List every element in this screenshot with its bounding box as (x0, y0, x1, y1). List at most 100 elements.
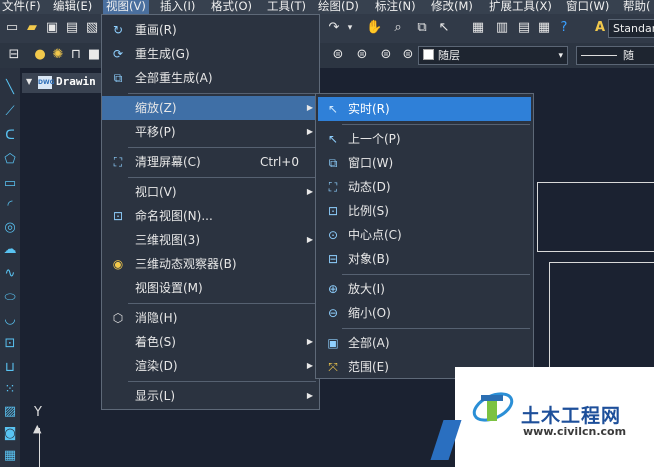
hatch-tool-icon[interactable]: ▨ (0, 402, 20, 422)
pan-icon[interactable]: ✋ (366, 20, 382, 36)
zoom-in-item[interactable]: ⊕ 放大(I) (316, 277, 533, 301)
text-style-select[interactable]: Standar (608, 19, 654, 38)
menu-item-pan[interactable]: 平移(P) ▶ (102, 120, 319, 144)
menu-tools[interactable]: 工具(T) (267, 0, 306, 14)
menu-help[interactable]: 帮助( (623, 0, 651, 14)
layer-thaw-icon[interactable]: ✺ (50, 47, 66, 63)
tab-dropdown-icon[interactable]: ▼ (26, 77, 32, 86)
menu-modify[interactable]: 修改(M) (431, 0, 473, 14)
menu-item-viewports[interactable]: 视口(V) ▶ (102, 180, 319, 204)
menu-separator (128, 303, 316, 304)
region-tool-icon[interactable]: ◙ (0, 424, 20, 444)
menu-extension-tools[interactable]: 扩展工具(X) (489, 0, 552, 14)
design-center-icon[interactable]: ▥ (494, 20, 510, 36)
zoom-realtime-item[interactable]: ↖ 实时(R) (318, 97, 531, 121)
menu-item-hide[interactable]: ⬡ 消隐(H) (102, 306, 319, 330)
table-tool-icon[interactable]: ▦ (0, 446, 20, 466)
xline-tool-icon[interactable]: ⟋ (0, 102, 20, 122)
properties-icon[interactable]: ▦ (470, 20, 486, 36)
make-block-icon[interactable]: ⊔ (0, 358, 20, 378)
menu-file[interactable]: 文件(F) (2, 0, 41, 14)
draw-tool-palette: ╲ ⟋ ᑕ ⬠ ▭ ◜ ◎ ☁ ∿ ⬭ ◡ ⊡ ⊔ ⁙ ▨ ◙ ▦ (0, 68, 20, 467)
help-icon[interactable]: ? (556, 20, 572, 36)
line-tool-icon[interactable]: ╲ (0, 78, 20, 98)
menu-item-shade[interactable]: 着色(S) ▶ (102, 330, 319, 354)
menu-item-view-settings[interactable]: 视图设置(M) (102, 276, 319, 300)
menu-window[interactable]: 窗口(W) (566, 0, 609, 14)
clean-screen-icon: ⛶ (113, 155, 123, 169)
menu-separator (128, 177, 316, 178)
zoom-window-item[interactable]: ⧉ 窗口(W) (316, 151, 533, 175)
menu-separator (128, 147, 316, 148)
zoom-realtime-icon: ↖ (327, 102, 339, 116)
layer-isolate-icon[interactable]: ⊜ (400, 47, 416, 63)
polygon-tool-icon[interactable]: ⬠ (0, 150, 20, 170)
layer-manager-icon[interactable]: ⊟ (6, 47, 22, 63)
layer-previous-icon[interactable]: ⊜ (354, 47, 370, 63)
menu-item-regen-all[interactable]: ⧉ 全部重生成(A) (102, 66, 319, 90)
menu-item-render[interactable]: 渲染(D) ▶ (102, 354, 319, 378)
insert-block-icon[interactable]: ⊡ (0, 334, 20, 354)
menu-insert[interactable]: 插入(I) (160, 0, 195, 14)
zoom-previous-item[interactable]: ↖ 上一个(P) (316, 127, 533, 151)
menu-edit[interactable]: 编辑(E) (53, 0, 92, 14)
watermark-url: www.civilcn.com (523, 425, 627, 438)
zoom-center-item[interactable]: ⊙ 中心点(C) (316, 223, 533, 247)
menu-item-label: 比例(S) (348, 204, 389, 218)
zoom-dynamic-item[interactable]: ⛶ 动态(D) (316, 175, 533, 199)
layer-lock-icon[interactable]: ⊓ (68, 47, 84, 63)
arc-tool-icon[interactable]: ◜ (0, 196, 20, 216)
zoom-previous-icon[interactable]: ↖ (436, 20, 452, 36)
regen-icon: ⟳ (112, 47, 124, 61)
point-tool-icon[interactable]: ⁙ (0, 380, 20, 400)
zoom-object-item[interactable]: ⊟ 对象(B) (316, 247, 533, 271)
rectangle-tool-icon[interactable]: ▭ (0, 174, 20, 194)
new-file-icon[interactable]: ▭ (4, 20, 20, 36)
ellipse-tool-icon[interactable]: ⬭ (0, 288, 20, 308)
menu-item-3d-orbit[interactable]: ◉ 三维动态观察器(B) (102, 252, 319, 276)
menu-item-named-views[interactable]: ⊡ 命名视图(N)... (102, 204, 319, 228)
menu-item-clean-screen[interactable]: ⛶ 清理屏幕(C) Ctrl+0 (102, 150, 319, 174)
menu-view[interactable]: 视图(V) (103, 0, 149, 14)
color-select-value: 随层 (438, 49, 460, 62)
menu-item-label: 范围(E) (348, 360, 389, 374)
print-icon[interactable]: ▤ (64, 20, 80, 36)
tool-palette-icon[interactable]: ▤ (516, 20, 532, 36)
revcloud-tool-icon[interactable]: ☁ (0, 240, 20, 260)
preview-icon[interactable]: ▧ (84, 20, 100, 36)
layer-state-icon[interactable]: ⊜ (378, 47, 394, 63)
menu-item-display[interactable]: 显示(L) ▶ (102, 384, 319, 408)
menu-item-regen[interactable]: ⟳ 重生成(G) (102, 42, 319, 66)
redo-dropdown-icon[interactable]: ▾ (342, 20, 358, 36)
layer-on-icon[interactable]: ● (32, 47, 48, 63)
menu-draw[interactable]: 绘图(D) (318, 0, 359, 14)
redraw-icon: ↻ (112, 23, 124, 37)
make-current-layer-icon[interactable]: ⊜ (330, 47, 346, 63)
open-folder-icon[interactable]: ▰ (24, 20, 40, 36)
ellipse-arc-tool-icon[interactable]: ◡ (0, 310, 20, 330)
menu-separator (342, 124, 530, 125)
linetype-select[interactable]: 随 (576, 46, 654, 65)
zoom-out-item[interactable]: ⊖ 缩小(O) (316, 301, 533, 325)
layer-toolbar: ⊟ ● ✺ ⊓ ■ ⊜ ⊜ ⊜ ⊜ 随层 ▾ 随 (0, 43, 654, 68)
layer-color-icon[interactable]: ■ (86, 47, 102, 63)
submenu-arrow-icon: ▶ (306, 187, 313, 196)
redo-icon[interactable]: ↷ (326, 20, 342, 36)
save-icon[interactable]: ▣ (44, 20, 60, 36)
menu-item-3d-views[interactable]: 三维视图(3) ▶ (102, 228, 319, 252)
calculator-icon[interactable]: ▦ (536, 20, 552, 36)
menu-item-zoom[interactable]: 缩放(Z) ▶ (102, 96, 319, 120)
menu-dimension[interactable]: 标注(N) (375, 0, 416, 14)
polyline-tool-icon[interactable]: ᑕ (0, 126, 20, 146)
menu-format[interactable]: 格式(O) (211, 0, 252, 14)
zoom-all-item[interactable]: ▣ 全部(A) (316, 331, 533, 355)
zoom-scale-item[interactable]: ⊡ 比例(S) (316, 199, 533, 223)
drawing-tab[interactable]: ▼ DWG Drawin (22, 73, 106, 93)
circle-tool-icon[interactable]: ◎ (0, 218, 20, 238)
spline-tool-icon[interactable]: ∿ (0, 264, 20, 284)
zoom-realtime-icon[interactable]: ⌕ (390, 20, 406, 36)
color-select[interactable]: 随层 ▾ (418, 46, 568, 65)
submenu-arrow-icon: ▶ (306, 391, 313, 400)
zoom-window-icon[interactable]: ⧉ (414, 20, 430, 36)
menu-item-redraw[interactable]: ↻ 重画(R) (102, 18, 319, 42)
